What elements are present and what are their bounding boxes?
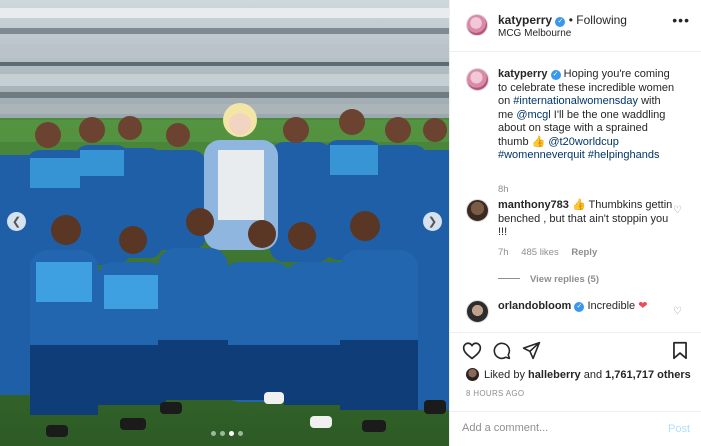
comment-username[interactable]: orlandobloom — [498, 300, 571, 312]
carousel-dot — [220, 431, 225, 436]
caption-link[interactable]: @t20worldcup — [548, 136, 618, 148]
post-actions: Liked by halleberry and 1,761,717 others… — [450, 332, 701, 446]
next-slide-button[interactable]: ❯ — [423, 212, 442, 231]
post-timestamp[interactable]: 8 HOURS AGO — [466, 389, 524, 398]
caption-author-avatar[interactable] — [466, 68, 489, 91]
commenter-avatar[interactable] — [466, 199, 489, 222]
comment-composer: Post — [450, 411, 701, 446]
comment-like-heart-icon[interactable]: ♡ — [673, 205, 682, 216]
comment-body: Incredible — [587, 300, 639, 312]
post-header: katyperry ✓ • Following MCG Melbourne ••… — [450, 0, 701, 52]
carousel-dot — [211, 431, 216, 436]
team-photo-illustration — [0, 0, 449, 446]
likes-count[interactable]: 1,761,717 others — [605, 369, 691, 381]
commenter-avatar[interactable] — [466, 300, 489, 323]
red-heart-emoji: ❤ — [638, 300, 648, 312]
comment-like-heart-icon[interactable]: ♡ — [673, 306, 682, 317]
chevron-right-icon: ❯ — [427, 216, 438, 228]
author-line: katyperry ✓ • Following — [498, 13, 627, 27]
liked-by-prefix: Liked by — [484, 368, 525, 381]
following-button[interactable]: Following — [576, 13, 627, 27]
author-avatar[interactable] — [466, 14, 488, 36]
caption-text: katyperry ✓ Hoping you're coming to cele… — [498, 68, 676, 163]
comment-text: orlandobloom ✓ Incredible ❤ — [498, 300, 676, 314]
caption-username[interactable]: katyperry — [498, 68, 548, 80]
view-replies-label: View replies (5) — [530, 274, 599, 285]
comments-list[interactable]: katyperry ✓ Hoping you're coming to cele… — [450, 56, 701, 332]
liked-by-and: and — [583, 368, 603, 381]
post-comment-button[interactable]: Post — [668, 423, 690, 435]
caption-body: Hoping you're coming to celebrate these … — [498, 68, 674, 161]
carousel-dot-active — [229, 431, 234, 436]
caption-link[interactable]: #womenneverquit — [498, 149, 585, 161]
caption-link[interactable]: #helpinghands — [588, 149, 660, 161]
caption-age[interactable]: 8h — [498, 184, 509, 195]
verified-badge-icon: ✓ — [550, 70, 561, 80]
like-heart-icon[interactable] — [462, 341, 482, 360]
location-link[interactable]: MCG Melbourne — [498, 28, 571, 39]
liker-avatar[interactable] — [466, 368, 479, 381]
carousel-indicator — [211, 431, 243, 436]
more-horizontal-icon[interactable]: ••• — [672, 12, 690, 28]
carousel-dot — [238, 431, 243, 436]
comment-likes[interactable]: 485 likes — [521, 247, 559, 258]
post-side-panel: katyperry ✓ • Following MCG Melbourne ••… — [449, 0, 701, 446]
liked-by-text: Liked by halleberry and 1,761,717 others — [484, 369, 691, 381]
caption-link[interactable]: @mcgl — [516, 109, 550, 121]
instagram-post: ❮ ❯ katyperry ✓ • Following MCG Melbourn… — [0, 0, 701, 446]
caption-link[interactable]: #internationalwomensday — [513, 95, 638, 107]
liked-by-line: Liked by halleberry and 1,761,717 others — [466, 368, 691, 381]
reply-button[interactable]: Reply — [571, 247, 597, 258]
replies-divider — [498, 278, 520, 279]
view-replies-button[interactable]: View replies (5) — [498, 274, 599, 285]
header-separator: • — [568, 13, 573, 27]
previous-slide-button[interactable]: ❮ — [7, 212, 26, 231]
add-comment-input[interactable] — [462, 422, 642, 434]
verified-badge-icon: ✓ — [555, 17, 566, 27]
post-photo[interactable]: ❮ ❯ — [0, 0, 449, 446]
chevron-left-icon: ❮ — [11, 216, 22, 228]
comment-username[interactable]: manthony783 — [498, 199, 569, 211]
author-username[interactable]: katyperry — [498, 13, 552, 27]
comment-age[interactable]: 7h — [498, 247, 509, 258]
save-bookmark-icon[interactable] — [672, 341, 688, 360]
caption-meta: 8h — [498, 184, 519, 195]
comment-text: manthony783 👍 Thumbkins gettin benched ,… — [498, 199, 676, 240]
verified-badge-icon: ✓ — [574, 302, 585, 312]
liked-by-user[interactable]: halleberry — [528, 369, 581, 381]
comment-meta: 7h 485 likes Reply — [498, 247, 607, 258]
comment-icon[interactable] — [492, 341, 511, 360]
share-paper-plane-icon[interactable] — [522, 341, 541, 360]
